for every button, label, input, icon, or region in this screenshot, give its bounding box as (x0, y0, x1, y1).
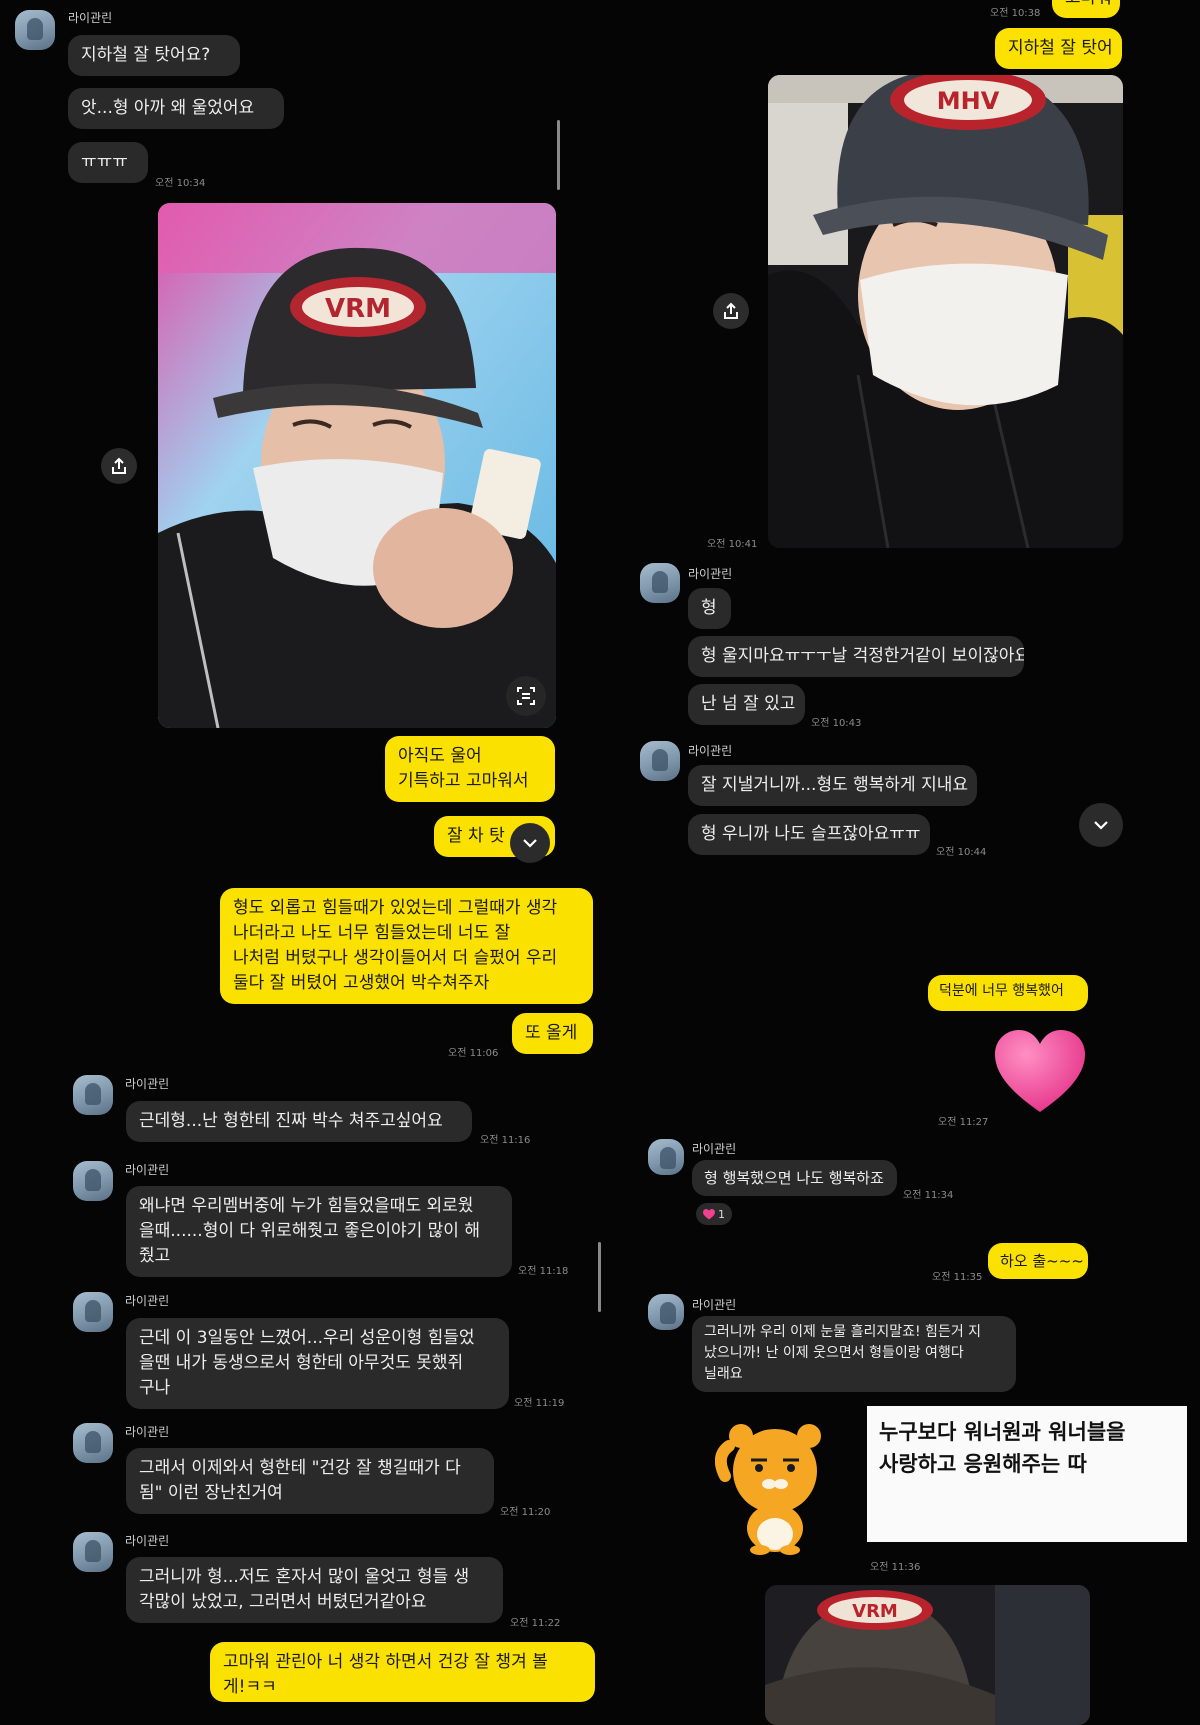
left-message-7: 그래서 이제와서 형한테 "건강 잘 챙길때가 다 됨" 이런 장난친거여 (126, 1448, 494, 1514)
right-photo[interactable]: MHV (768, 75, 1123, 548)
sender-avatar-2[interactable] (73, 1075, 113, 1115)
right-photo-2[interactable]: VRM (765, 1585, 1090, 1725)
caption-box: 누구보다 워너원과 워너블을 사랑하고 응원해주는 따 (867, 1406, 1187, 1542)
right-reply-1: 지하철 잘 탓어 (995, 28, 1122, 69)
my-reply-1: 아직도 울어 기특하고 고마워서 (385, 736, 555, 802)
left-scrollbar-bottom[interactable] (598, 1242, 601, 1312)
sender-name-6: 라이관린 (125, 1534, 170, 1548)
sender-name-r3: 라이관린 (692, 1142, 737, 1156)
right-message-4: 잘 지낼거니까...형도 행복하게 지내요 (688, 765, 977, 806)
left-cap-logo: VRM (325, 294, 391, 324)
left-time-2: 오전 11:06 (448, 1048, 499, 1059)
right-reply-2: 덕분에 너무 행복했어 (928, 975, 1088, 1011)
sender-name-4: 라이관린 (125, 1294, 170, 1308)
reaction-count: 1 (718, 1207, 725, 1221)
right-photo-time: 오전 10:41 (707, 539, 758, 550)
sender-name-5: 라이관린 (125, 1425, 170, 1439)
left-photo[interactable]: VRM (158, 203, 556, 728)
right-top-fragment: 고마워 (1052, 0, 1120, 18)
right-time-6: 오전 11:36 (870, 1562, 921, 1573)
left-time-1: 오전 10:34 (155, 178, 206, 189)
sender-name-3: 라이관린 (125, 1163, 170, 1177)
scroll-down-button-right[interactable] (1079, 803, 1123, 847)
sender-avatar-r1[interactable] (640, 563, 680, 603)
sender-avatar[interactable] (15, 10, 55, 50)
right-top-time: 오전 10:38 (990, 8, 1041, 19)
right-cap-logo-2: VRM (852, 1601, 898, 1622)
scan-text-icon[interactable] (506, 676, 546, 716)
right-message-3: 난 넘 잘 있고 (688, 684, 805, 725)
right-message-1: 형 (688, 588, 731, 629)
my-reply-3: 형도 외롭고 힘들때가 있었는데 그럴때가 생각 나더라고 나도 너무 힘들었는… (220, 888, 593, 1004)
left-message-5: 왜냐면 우리멤버중에 누가 힘들었을때도 외로웠 을때......형이 다 위로… (126, 1186, 512, 1277)
heart-emoticon (995, 1030, 1085, 1119)
chevron-down-icon (523, 839, 537, 848)
left-time-4: 오전 11:18 (518, 1266, 569, 1277)
right-photo-2-image: VRM (765, 1585, 1090, 1725)
heart-icon (703, 1208, 715, 1219)
left-message-6: 근데 이 3일동안 느꼈어...우리 성운이형 힘들었 을땐 내가 동생으로서 … (126, 1318, 509, 1409)
right-time-1: 오전 10:43 (811, 718, 862, 729)
right-time-4: 오전 11:34 (903, 1190, 954, 1201)
caption-text: 누구보다 워너원과 워너블을 사랑하고 응원해주는 따 (879, 1420, 1126, 1476)
sender-name-r4: 라이관린 (692, 1298, 737, 1312)
left-message-8: 그러니까 형...저도 혼자서 많이 울엇고 형들 생 각많이 났었고, 그러면… (126, 1557, 503, 1623)
right-message-5: 형 우니까 나도 슬프잖아요ㅠㅠ (688, 814, 930, 855)
share-icon-right[interactable] (713, 293, 749, 329)
right-message-7: 그러니까 우리 이제 눈물 흘리지말죠! 힘든거 지 났으니까! 난 이제 웃으… (692, 1316, 1016, 1392)
left-message-3: ㅠㅠㅠ (68, 142, 148, 183)
left-message-1: 지하철 잘 탓어요? (68, 35, 240, 76)
reaction-badge[interactable]: 1 (696, 1203, 732, 1225)
sender-name-r2: 라이관린 (688, 744, 733, 758)
my-reply-4: 또 올게 (512, 1013, 593, 1054)
sender-name-2: 라이관린 (125, 1077, 170, 1091)
sender-avatar-5[interactable] (73, 1423, 113, 1463)
my-reply-5: 고마워 관린아 너 생각 하면서 건강 잘 챙겨 볼 게!ㅋㅋ (210, 1642, 595, 1702)
left-time-7: 오전 11:22 (510, 1618, 561, 1629)
left-message-2: 앗...형 아까 왜 울었어요 (68, 88, 284, 129)
sender-name: 라이관린 (68, 11, 113, 25)
sender-avatar-r2[interactable] (640, 741, 680, 781)
right-cap-logo: MHV (937, 87, 1000, 115)
left-scrollbar-top[interactable] (557, 120, 560, 190)
right-message-6: 형 행복했으면 나도 행복하죠 (692, 1160, 897, 1196)
right-reply-3: 하오 출~~~ (988, 1243, 1088, 1279)
right-time-2: 오전 10:44 (936, 847, 987, 858)
sender-avatar-4[interactable] (73, 1292, 113, 1332)
left-photo-image: VRM (158, 203, 556, 728)
sender-avatar-r3[interactable] (648, 1139, 684, 1175)
right-message-2: 형 울지마요ㅠㅜㅜ날 걱정한거같이 보이잖아요 (688, 636, 1024, 677)
left-time-5: 오전 11:19 (514, 1398, 565, 1409)
right-time-3: 오전 11:27 (938, 1117, 989, 1128)
ryan-sticker (714, 1416, 835, 1560)
chevron-down-icon (1094, 821, 1108, 830)
share-icon[interactable] (101, 448, 137, 484)
left-time-6: 오전 11:20 (500, 1507, 551, 1518)
sender-avatar-6[interactable] (73, 1532, 113, 1572)
sender-avatar-r4[interactable] (648, 1294, 684, 1330)
scroll-down-button[interactable] (510, 823, 550, 863)
left-time-3: 오전 11:16 (480, 1135, 531, 1146)
right-time-5: 오전 11:35 (932, 1272, 983, 1283)
left-message-4: 근데형...난 형한테 진짜 박수 쳐주고싶어요 (126, 1101, 472, 1142)
sender-avatar-3[interactable] (73, 1161, 113, 1201)
right-photo-image: MHV (768, 75, 1123, 548)
sender-name-r1: 라이관린 (688, 567, 733, 581)
